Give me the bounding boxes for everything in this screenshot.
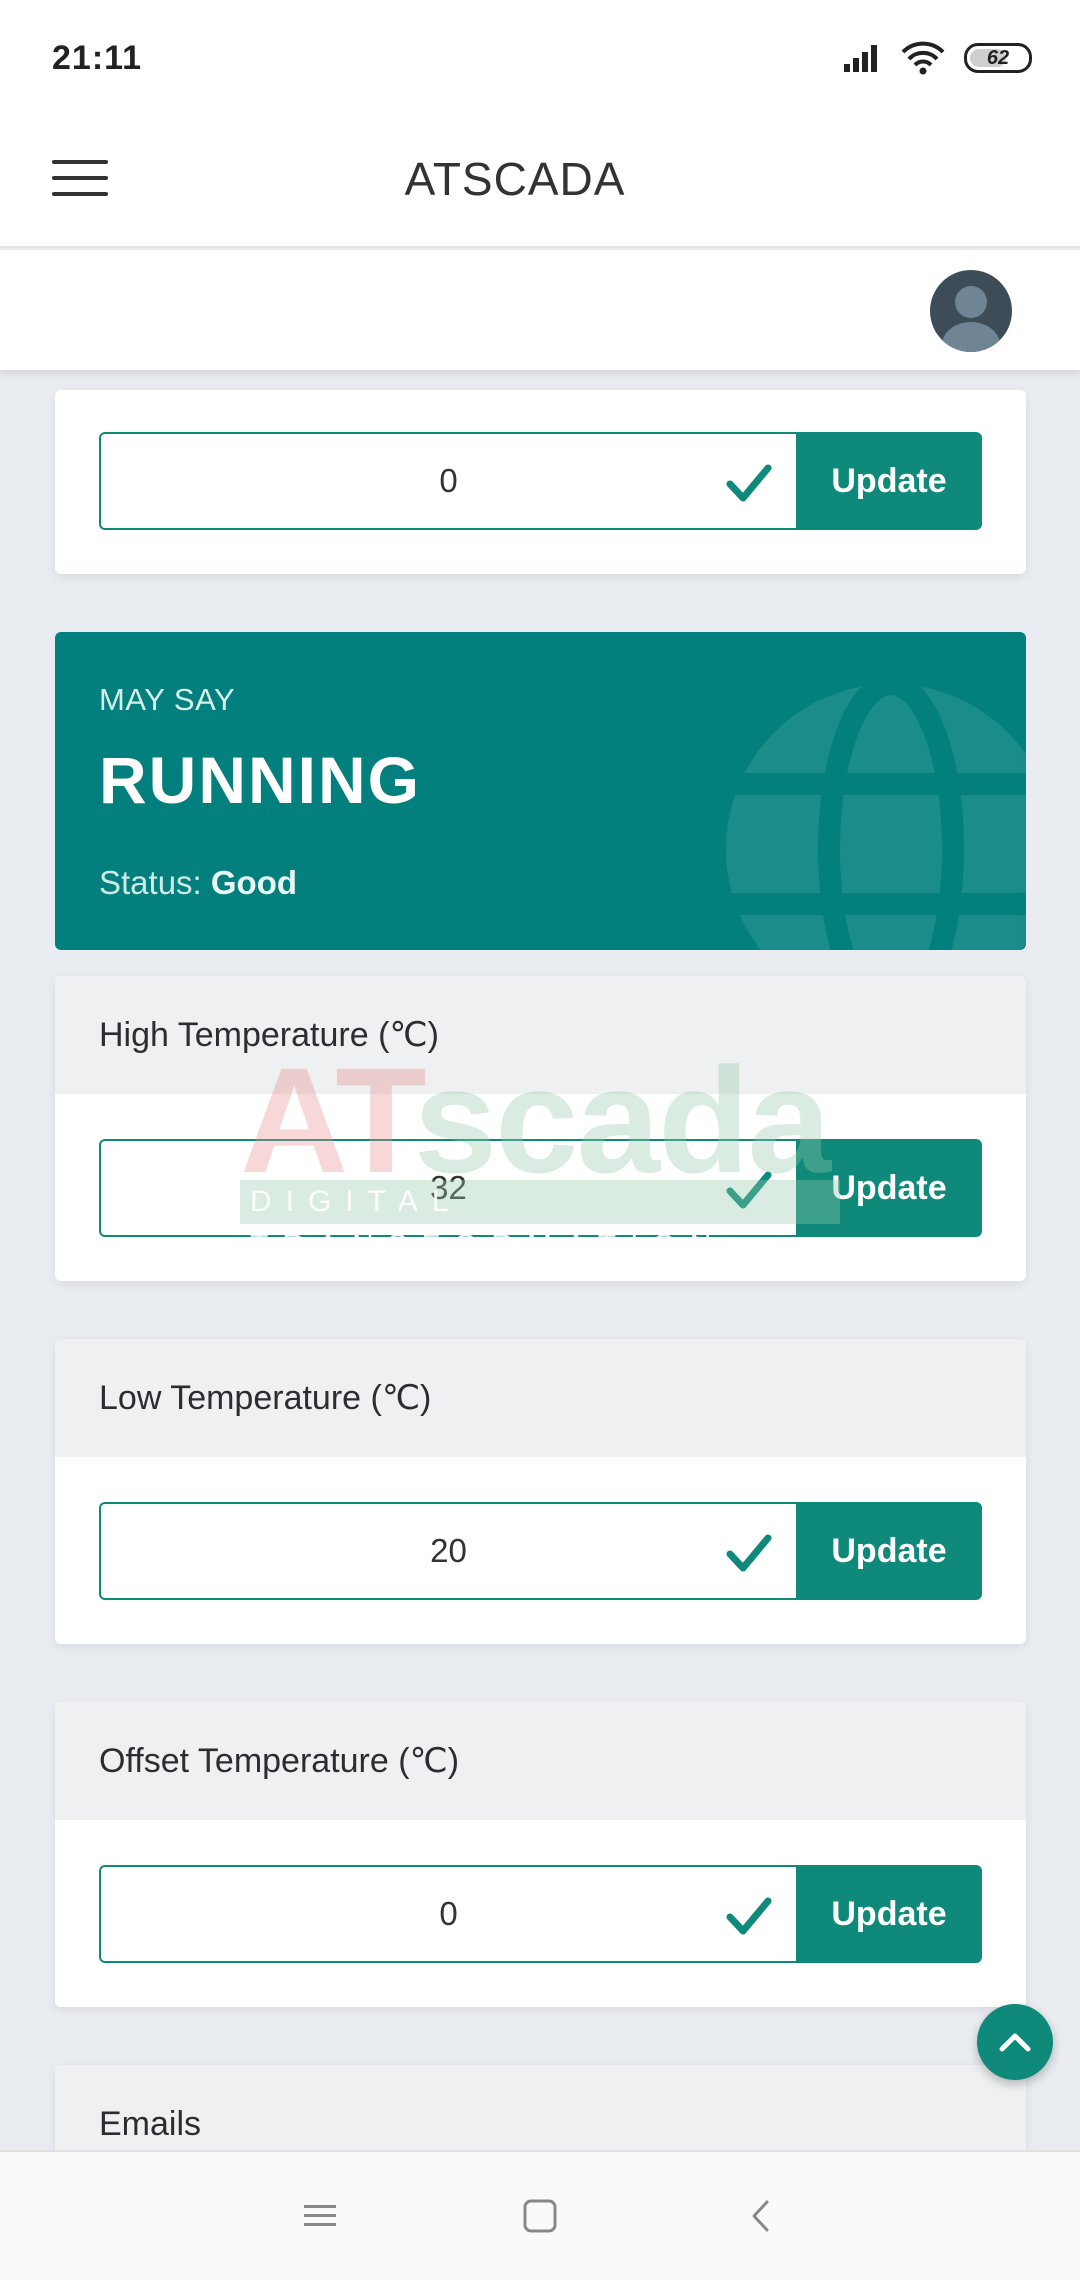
menu-icon [304,2205,336,2226]
device-state: RUNNING [99,743,421,817]
status-label: Status: [99,864,211,901]
offset-temperature-field[interactable]: 0 [99,1865,796,1963]
scroll-to-top-button[interactable] [977,2004,1053,2080]
device-status-card: MAY SAY RUNNING Status: Good [55,632,1026,950]
value-text: 0 [439,1895,458,1932]
user-bar [0,250,1080,370]
user-avatar[interactable] [930,270,1012,352]
setting-card-high-temperature: High Temperature (℃) 32 Update [55,976,1026,1281]
setting-card-offset-temperature: Offset Temperature (℃) 0 Update [55,1702,1026,2007]
chevron-up-icon [999,2033,1031,2052]
status-icons: 62 [842,41,1032,75]
update-button[interactable]: Update [796,1865,982,1963]
check-icon [726,1171,772,1209]
check-icon [726,1534,772,1572]
home-square-icon [523,2199,557,2233]
value-field[interactable]: 0 [99,432,796,530]
recent-apps-button[interactable] [295,2191,345,2241]
value-text: 0 [439,462,458,499]
card-title: Offset Temperature (℃) [99,1742,460,1780]
check-icon [726,464,772,502]
status-value: Good [210,864,298,901]
system-status-bar: 21:11 62 [0,0,1080,116]
app-header: ATSCADA [0,116,1080,248]
back-chevron-icon [752,2200,769,2232]
device-name: MAY SAY [99,682,236,717]
signal-icon [844,45,877,72]
card-title: Low Temperature (℃) [99,1379,432,1417]
status-line: Status: Good [99,864,297,902]
home-button[interactable] [515,2191,565,2241]
update-button[interactable]: Update [796,1502,982,1600]
main-content: 0 Update MAY SAY RUNNING Status: Good Hi… [55,370,1026,2241]
back-button[interactable] [735,2191,785,2241]
value-input-group: 32 Update [99,1139,982,1237]
app-title: ATSCADA [404,153,626,205]
setting-card-low-temperature: Low Temperature (℃) 20 Update [55,1339,1026,1644]
screen: 21:11 62 ATSCADA 0 Update MAY SAY RUNNIN… [0,0,1080,2280]
value-input-group: 0 Update [99,432,982,530]
battery-level: 62 [986,46,1010,69]
wifi-icon [901,41,945,75]
update-button[interactable]: Update [796,1139,982,1237]
high-temperature-field[interactable]: 32 [99,1139,796,1237]
check-icon [726,1897,772,1935]
clock: 21:11 [52,38,143,77]
update-button[interactable]: Update [796,432,982,530]
setting-card: 0 Update [55,390,1026,574]
value-input-group: 20 Update [99,1502,982,1600]
card-title: Emails [99,2104,202,2143]
value-text: 32 [430,1169,467,1206]
low-temperature-field[interactable]: 20 [99,1502,796,1600]
value-input-group: 0 Update [99,1865,982,1963]
value-text: 20 [430,1532,467,1569]
card-title: High Temperature (℃) [99,1016,439,1054]
battery-icon: 62 [964,43,1032,73]
globe-icon [716,674,1026,950]
system-navigation-bar [0,2150,1080,2280]
